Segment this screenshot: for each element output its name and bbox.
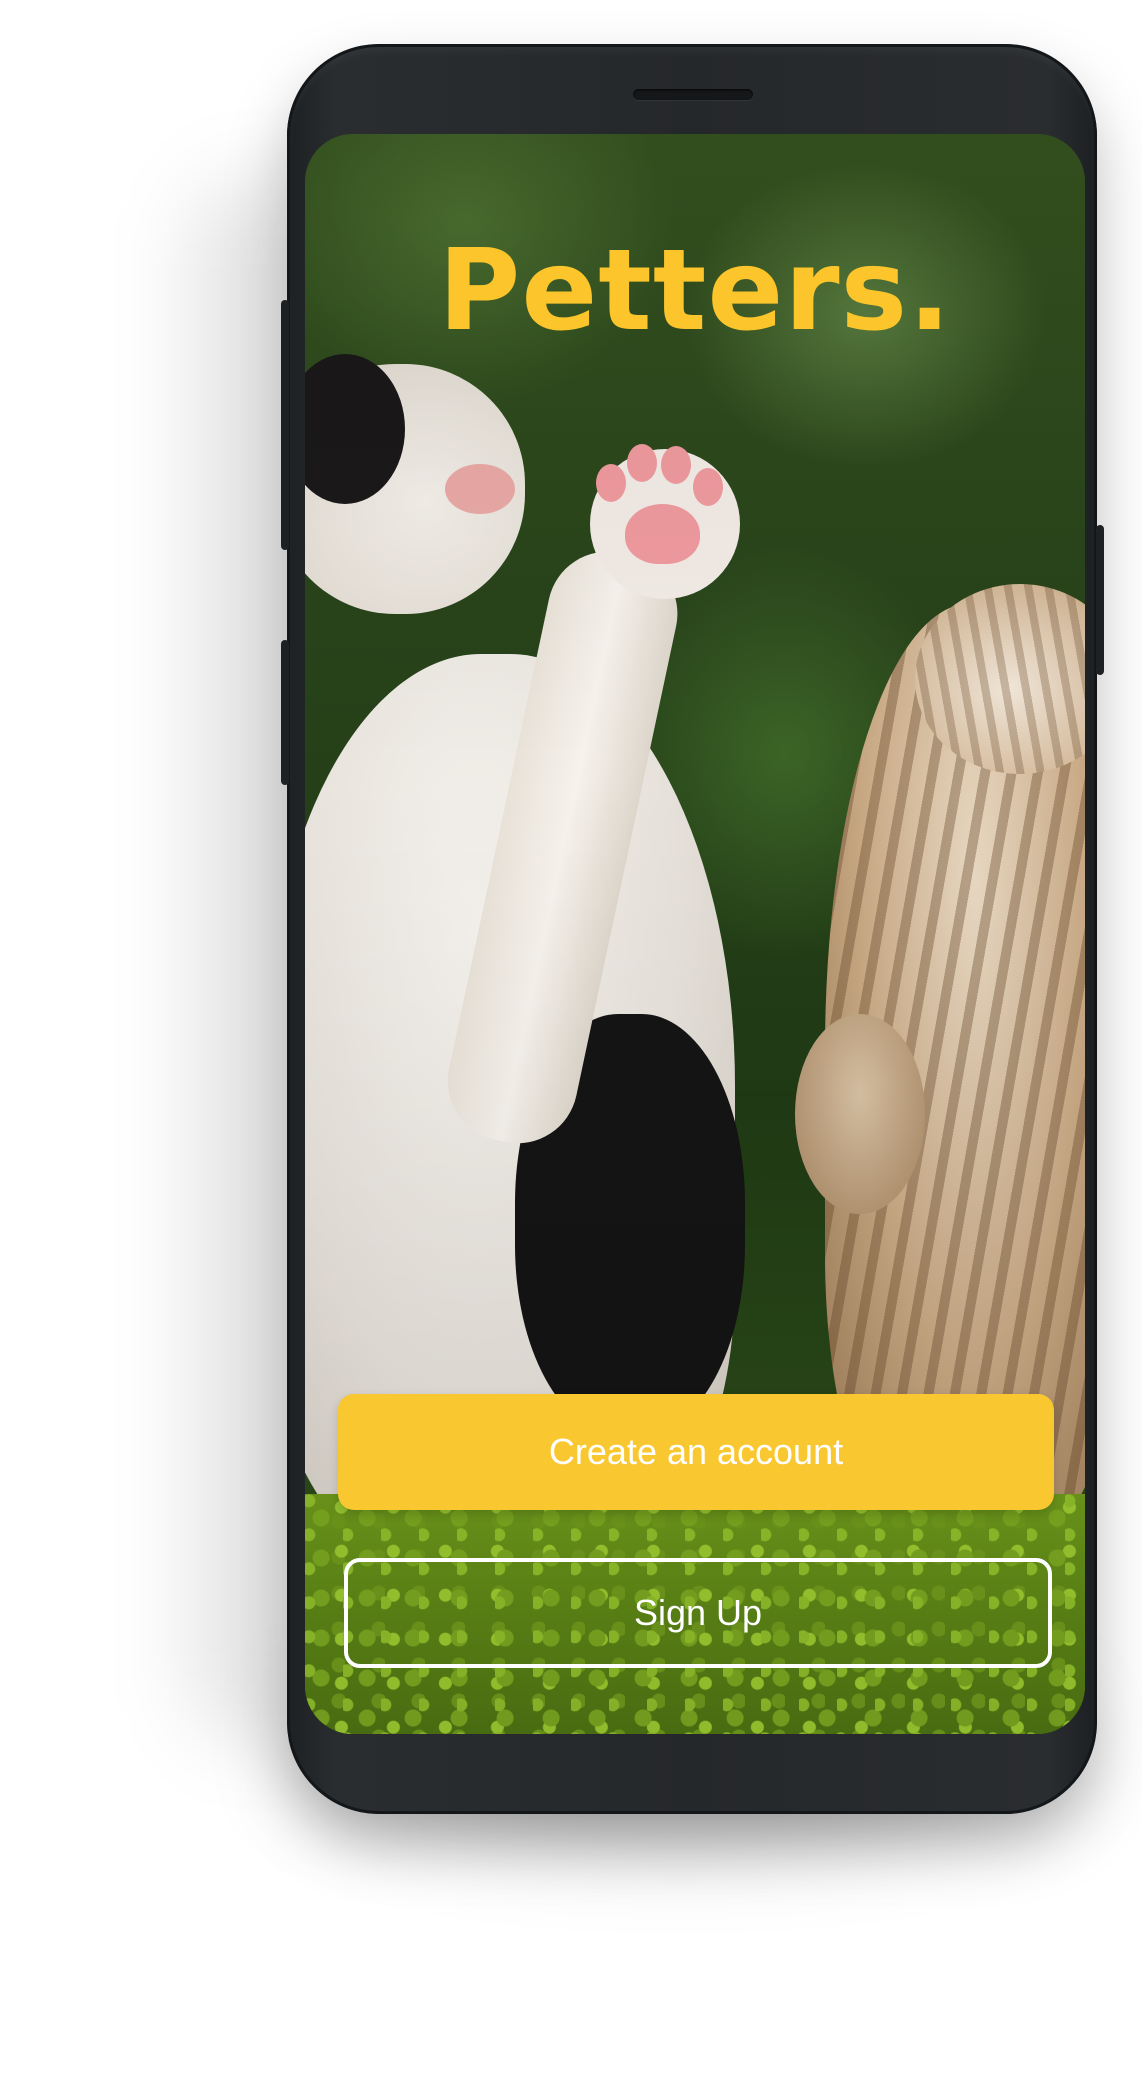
app-logo-title: Petters.: [438, 226, 952, 356]
sign-up-label: Sign Up: [633, 1592, 763, 1633]
sign-up-button[interactable]: Sign Up: [344, 1558, 1052, 1668]
volume-button: [281, 300, 289, 550]
earpiece-speaker: [633, 89, 753, 100]
bixby-button: [281, 640, 289, 785]
create-account-label: Create an account: [548, 1431, 844, 1472]
power-button: [1096, 525, 1104, 675]
create-account-button[interactable]: Create an account: [338, 1394, 1054, 1510]
app-screen: Petters. Create an account Sign Up: [305, 134, 1085, 1734]
